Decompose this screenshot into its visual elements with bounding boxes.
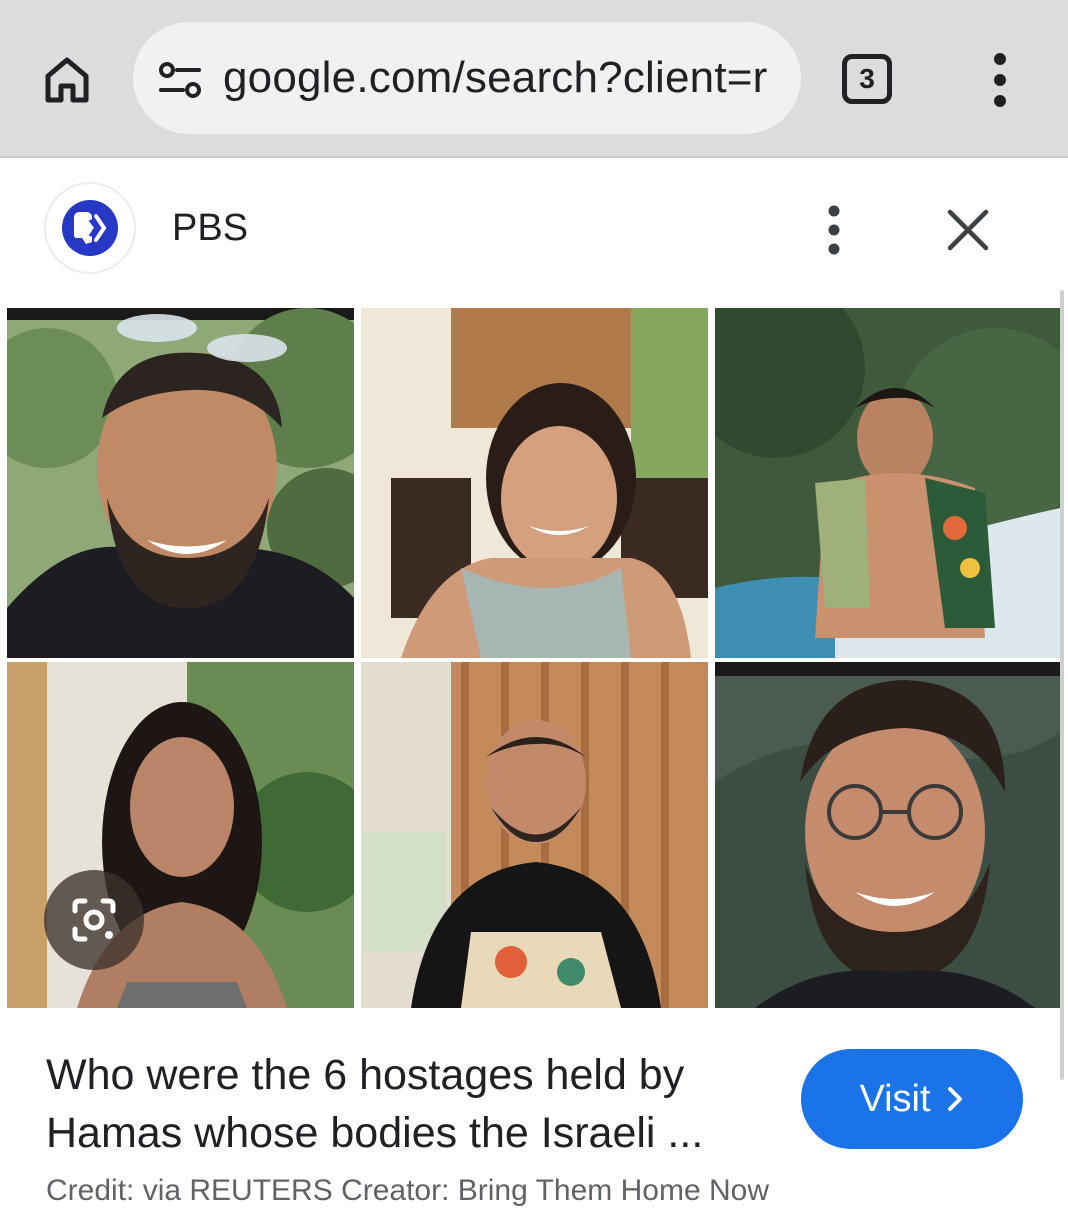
photo-man-glasses-beard [715, 662, 1060, 1008]
scrollbar[interactable] [1060, 290, 1064, 1080]
tab-switcher-button[interactable]: 3 [842, 54, 892, 104]
google-lens-button[interactable] [44, 870, 144, 970]
source-name[interactable]: PBS [172, 206, 248, 250]
browser-toolbar: google.com/search?client=r 3 [0, 0, 1068, 158]
visit-label: Visit [859, 1077, 931, 1120]
result-image[interactable] [0, 304, 1060, 1010]
home-icon [45, 57, 89, 103]
more-vert-icon[interactable] [816, 202, 852, 258]
visit-button[interactable]: Visit [801, 1049, 1023, 1149]
image-credit: Credit: via REUTERS Creator: Bring Them … [46, 1174, 769, 1207]
url-text[interactable]: google.com/search?client=r [223, 50, 768, 106]
tune-icon[interactable] [157, 60, 203, 100]
photo-man-apron [361, 662, 708, 1008]
result-headline[interactable]: Who were the 6 hostages held by Hamas wh… [46, 1046, 776, 1162]
more-vert-icon[interactable] [980, 50, 1020, 110]
close-icon[interactable] [940, 202, 996, 258]
photo-woman-curly-hair [361, 308, 708, 658]
tab-count: 3 [859, 63, 875, 94]
google-lens-icon [72, 898, 116, 942]
address-bar[interactable]: google.com/search?client=r [133, 22, 801, 134]
pbs-logo[interactable] [44, 182, 136, 274]
photo-man-beard-sunglasses [7, 308, 354, 658]
home-button[interactable] [38, 50, 96, 108]
photo-man-on-boat [715, 308, 1060, 658]
pbs-logo-icon [62, 200, 118, 256]
chevron-right-icon [947, 1087, 962, 1111]
